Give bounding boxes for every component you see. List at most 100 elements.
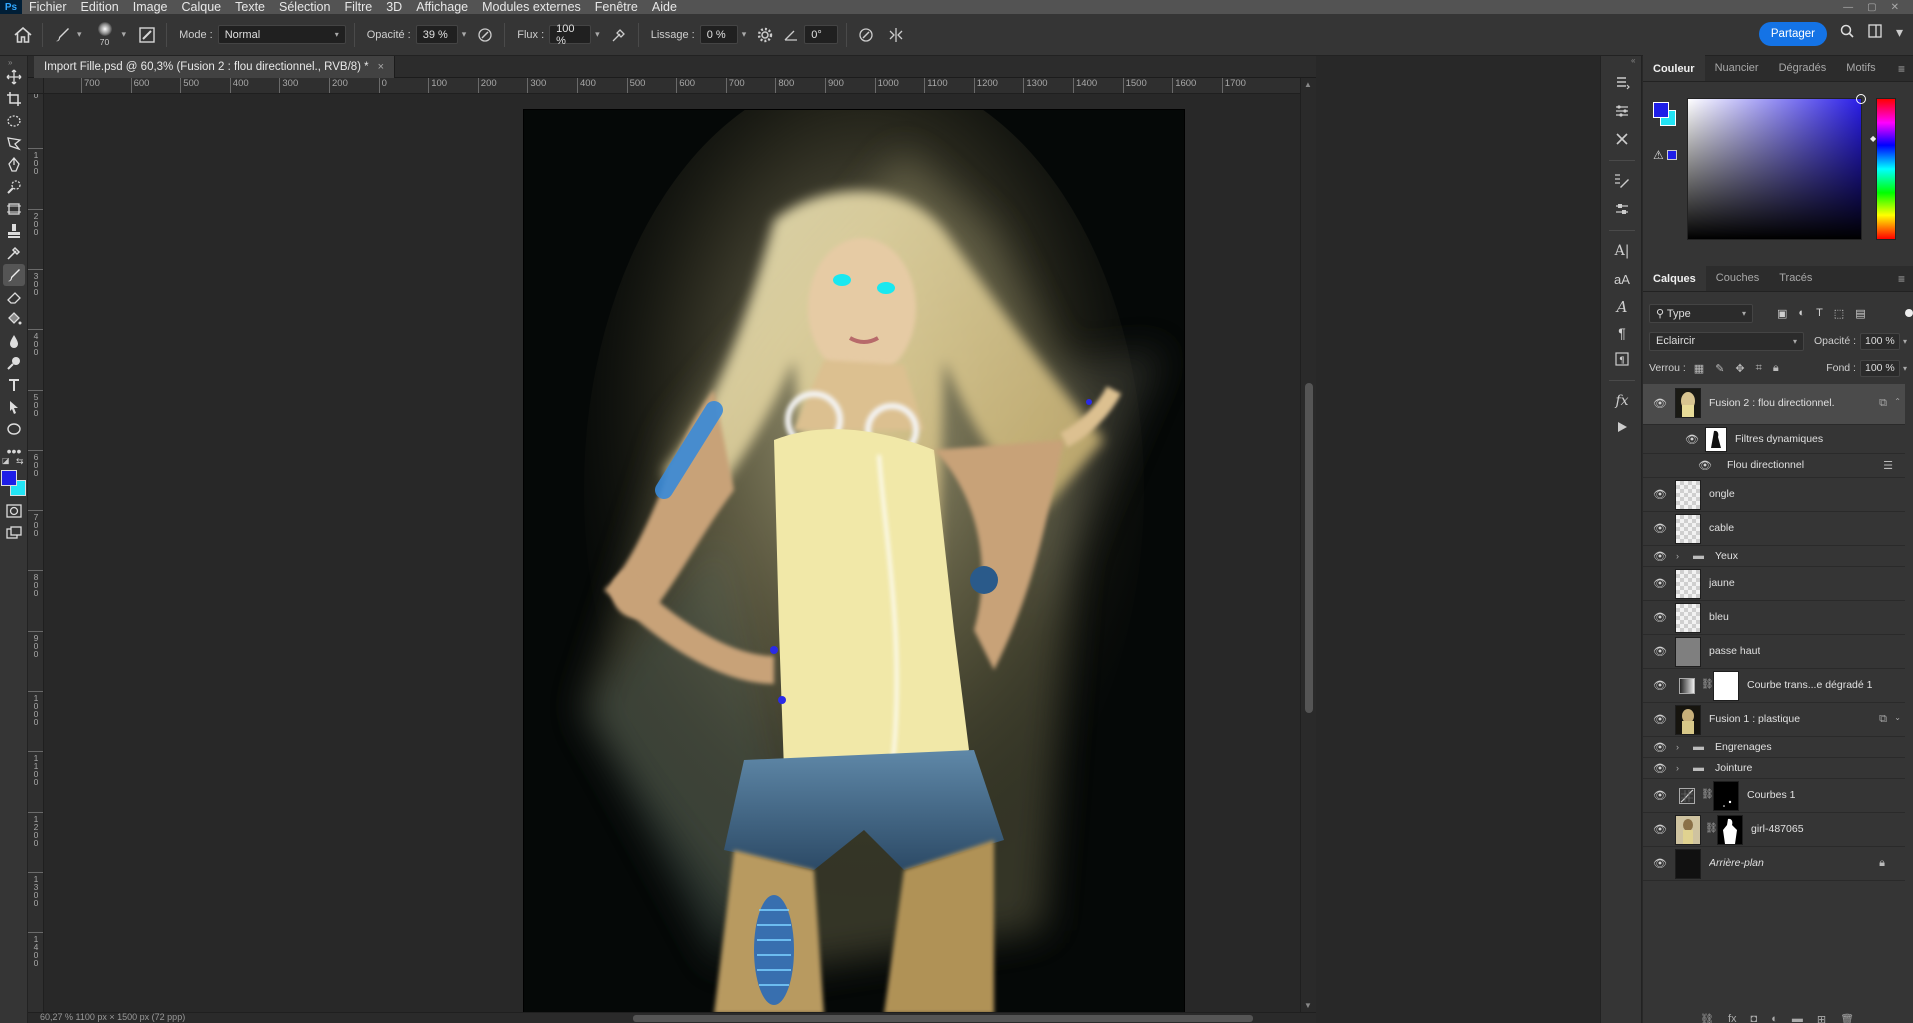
expand-filters-icon[interactable]: ⌄ <box>1894 713 1901 722</box>
layer-jaune[interactable]: 👁︎ jaune <box>1643 567 1905 601</box>
vertical-scrollbar[interactable]: ▲ ▼ <box>1300 78 1316 1012</box>
menu-filtre[interactable]: Filtre <box>337 0 379 14</box>
move-tool-icon[interactable] <box>3 66 25 88</box>
eye-icon[interactable]: 👁︎ <box>1685 433 1699 446</box>
vertical-ruler[interactable]: 0 100 200 300 400 500 600 700 800 900 1000 1100 1200… <box>28 94 44 1012</box>
eye-icon[interactable]: 👁︎ <box>1653 679 1667 692</box>
quick-selection-tool-icon[interactable] <box>3 176 25 198</box>
eye-icon[interactable]: 👁︎ <box>1653 857 1667 870</box>
maximize-icon[interactable]: ▢ <box>1867 2 1876 13</box>
pen-tool-icon[interactable] <box>3 154 25 176</box>
color-panel-menu-icon[interactable]: ≡ <box>1898 62 1905 76</box>
eraser-tool-icon[interactable] <box>3 286 25 308</box>
brush-preset-icon[interactable] <box>51 23 73 47</box>
scroll-down-icon[interactable]: ▼ <box>1304 1001 1312 1010</box>
eye-icon[interactable]: 👁︎ <box>1653 823 1667 836</box>
default-colors-icon[interactable]: ◪ <box>2 456 10 465</box>
layer-bleu[interactable]: 👁︎ bleu <box>1643 601 1905 635</box>
tab-motifs[interactable]: Motifs <box>1836 55 1885 81</box>
layer-group-yeux[interactable]: 👁︎ › ▬ Yeux <box>1643 546 1905 567</box>
layer-courbes-1[interactable]: 👁︎ ⛓ Courbes 1 <box>1643 779 1905 813</box>
link-icon[interactable]: ⛓ <box>1701 679 1714 690</box>
link-icon[interactable]: ⛓ <box>1701 789 1714 800</box>
lock-transparency-icon[interactable]: ▦ <box>1694 362 1704 375</box>
lock-artboard-icon[interactable]: ⌗ <box>1756 362 1762 375</box>
document-tab[interactable]: Import Fille.psd @ 60,3% (Fusion 2 : flo… <box>34 56 396 78</box>
horizontal-ruler[interactable]: 700 600 500 400 300 200 0 100 200 300 400 500 600 700… <box>44 78 1300 94</box>
close-tab-icon[interactable]: × <box>378 61 384 73</box>
filter-shape-icon[interactable]: ⬚ <box>1834 307 1844 320</box>
type-tool-icon[interactable] <box>3 374 25 396</box>
brush-settings-icon[interactable] <box>1611 170 1633 192</box>
horizontal-scrollbar-thumb[interactable] <box>633 1015 1253 1022</box>
workspace-icon[interactable] <box>1868 24 1882 41</box>
clone-source-icon[interactable] <box>1611 198 1633 220</box>
delete-layer-icon[interactable]: 🗑︎ <box>1840 1013 1854 1023</box>
layer-group-jointure[interactable]: 👁︎ › ▬ Jointure <box>1643 758 1905 779</box>
layer-ongle[interactable]: 👁︎ ongle <box>1643 478 1905 512</box>
lasso-tool-icon[interactable] <box>3 132 25 154</box>
document-canvas[interactable] <box>523 109 1185 1013</box>
crop-tool-icon[interactable] <box>3 88 25 110</box>
layer-fill-field[interactable]: 100 % <box>1859 359 1900 377</box>
ellipse-shape-tool-icon[interactable] <box>3 418 25 440</box>
tab-couches[interactable]: Couches <box>1706 265 1769 291</box>
paragraph-panel-icon[interactable]: ¶ <box>1611 322 1633 344</box>
eye-icon[interactable]: 👁︎ <box>1653 550 1667 563</box>
link-icon[interactable]: ⛓ <box>1705 823 1718 834</box>
filter-toggle-icon[interactable] <box>1905 309 1913 317</box>
cloud-icon[interactable]: ▾ <box>1896 24 1903 41</box>
brush-settings-panel-icon[interactable] <box>136 23 158 47</box>
ellipse-marquee-tool-icon[interactable] <box>3 110 25 132</box>
gear-icon[interactable] <box>754 23 776 47</box>
smoothing-field[interactable]: 0 % <box>699 25 738 44</box>
flow-chevron-icon[interactable]: ▾ <box>595 29 600 40</box>
adjustments-panel-icon[interactable] <box>1611 100 1633 122</box>
tab-traces[interactable]: Tracés <box>1769 265 1822 291</box>
styles-fx-icon[interactable]: fx <box>1611 390 1633 412</box>
expand-group-icon[interactable]: › <box>1676 742 1679 752</box>
dodge-tool-icon[interactable] <box>3 352 25 374</box>
ruler-corner[interactable] <box>28 78 44 94</box>
eye-icon[interactable]: 👁︎ <box>1653 611 1667 624</box>
eye-icon[interactable]: 👁︎ <box>1653 741 1667 754</box>
layer-girl-487065[interactable]: 👁︎ ⛓ girl-487065 <box>1643 813 1905 847</box>
menu-aide[interactable]: Aide <box>645 0 684 14</box>
tab-couleur[interactable]: Couleur <box>1643 55 1705 81</box>
layer-group-engrenages[interactable]: 👁︎ › ▬ Engrenages <box>1643 737 1905 758</box>
menu-calque[interactable]: Calque <box>175 0 229 14</box>
layers-panel-menu-icon[interactable]: ≡ <box>1898 272 1905 286</box>
eye-icon[interactable]: 👁︎ <box>1698 459 1712 472</box>
stamp-tool-icon[interactable] <box>3 220 25 242</box>
layer-smart-filters[interactable]: 👁︎ Filtres dynamiques <box>1643 425 1905 454</box>
lock-all-icon[interactable]: 🔒︎ <box>1773 362 1779 375</box>
frame-tool-icon[interactable] <box>3 198 25 220</box>
quick-mask-icon[interactable] <box>3 500 25 522</box>
lock-position-icon[interactable]: ✥ <box>1735 362 1744 375</box>
collapse-filters-icon[interactable]: ⌃ <box>1894 397 1901 406</box>
pressure-size-icon[interactable] <box>855 23 877 47</box>
scroll-up-icon[interactable]: ▲ <box>1304 80 1312 89</box>
glyphs-panel-icon[interactable]: aA <box>1611 268 1633 290</box>
opacity-field[interactable]: 39 % <box>415 25 458 44</box>
layer-passe-haut[interactable]: 👁︎ passe haut <box>1643 635 1905 669</box>
eye-icon[interactable]: 👁︎ <box>1653 645 1667 658</box>
eye-icon[interactable]: 👁︎ <box>1653 789 1667 802</box>
history-panel-icon[interactable] <box>1611 72 1633 94</box>
link-layers-icon[interactable]: ⛓ <box>1700 1013 1714 1023</box>
airbrush-icon[interactable] <box>608 23 630 47</box>
flow-field[interactable]: 100 % <box>549 23 592 47</box>
menu-edition[interactable]: Edition <box>74 0 126 14</box>
tab-calques[interactable]: Calques <box>1643 265 1706 291</box>
menu-fichier[interactable]: Fichier <box>22 0 74 14</box>
filter-options-icon[interactable]: ☰ <box>1883 459 1893 472</box>
menu-texte[interactable]: Texte <box>228 0 272 14</box>
brush-size-chevron-icon[interactable]: ▾ <box>122 29 127 40</box>
hue-slider[interactable] <box>1876 98 1896 240</box>
blur-tool-icon[interactable] <box>3 330 25 352</box>
layer-opacity-field[interactable]: 100 % <box>1859 332 1900 350</box>
layer-background[interactable]: 👁︎ Arrière-plan 🔒︎ <box>1643 847 1905 881</box>
color-picker-cursor[interactable] <box>1856 94 1866 104</box>
eye-icon[interactable]: 👁︎ <box>1653 577 1667 590</box>
layer-fusion-1[interactable]: 👁︎ Fusion 1 : plastique ⧉ ⌄ <box>1643 703 1905 737</box>
